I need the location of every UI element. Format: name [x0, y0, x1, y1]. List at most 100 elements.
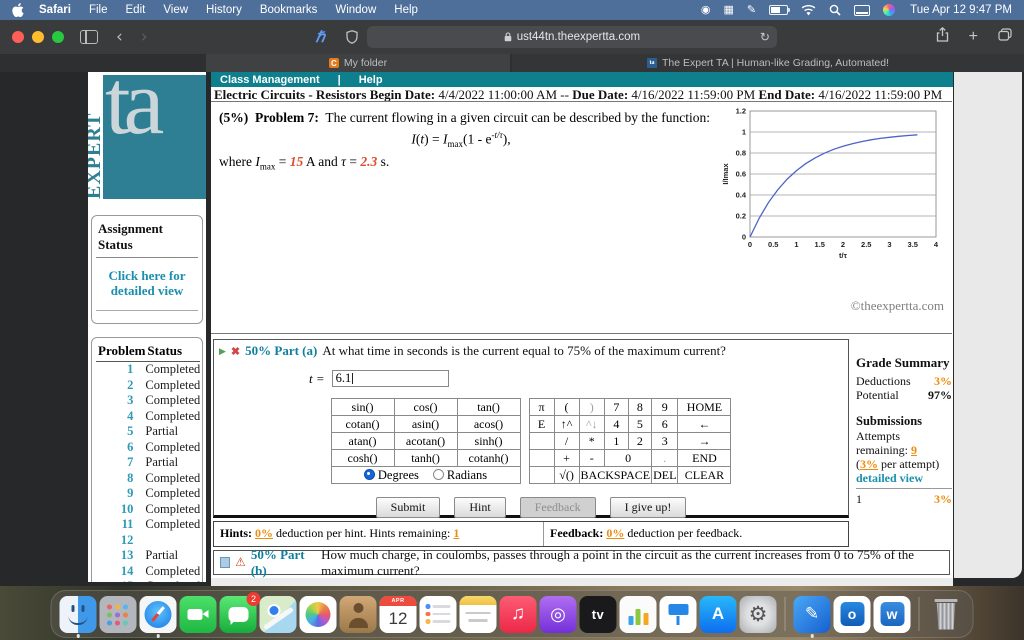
key-atan[interactable]: atan(): [330, 432, 395, 450]
key-E[interactable]: E: [528, 415, 555, 433]
dock-podcasts-icon[interactable]: ◎: [539, 595, 577, 633]
key-sinh[interactable]: sinh(): [456, 432, 521, 450]
dock-photos-icon[interactable]: [299, 595, 337, 633]
key-4[interactable]: 4: [604, 415, 629, 433]
menu-item-bookmarks[interactable]: Bookmarks: [251, 4, 327, 16]
key-HOME[interactable]: HOME: [677, 398, 732, 416]
key-([interactable]: (: [553, 398, 580, 416]
detailed-view-link[interactable]: Click here for detailed view: [100, 268, 194, 298]
dock-safari-icon[interactable]: [139, 595, 177, 638]
detailed-view-link-2[interactable]: detailed view: [856, 471, 952, 485]
tab-overview-icon[interactable]: [998, 28, 1012, 46]
problem-number[interactable]: 15: [96, 579, 145, 582]
menu-item-edit[interactable]: Edit: [117, 4, 155, 16]
share-icon[interactable]: [936, 26, 949, 47]
spotlight-search-icon[interactable]: [829, 4, 841, 16]
problem-number[interactable]: 13: [96, 548, 145, 564]
reload-icon[interactable]: ↻: [760, 30, 770, 44]
key--[interactable]: -: [578, 449, 606, 467]
menu-class-management[interactable]: Class Management: [220, 74, 320, 86]
wifi-icon[interactable]: [801, 4, 816, 16]
problem-number[interactable]: 8: [96, 471, 145, 487]
dock-music-icon[interactable]: ♫: [499, 595, 537, 633]
key-3[interactable]: 3: [651, 432, 679, 450]
submit-button[interactable]: Submit: [375, 497, 441, 518]
key-cotan[interactable]: cotan(): [330, 415, 395, 433]
problem-number[interactable]: 3: [96, 393, 145, 409]
dock-numbers-icon[interactable]: [619, 595, 657, 633]
dock-launchpad-icon[interactable]: [99, 595, 137, 633]
key-acos[interactable]: acos(): [456, 415, 521, 433]
menu-item-help[interactable]: Help: [385, 4, 427, 16]
key-sin[interactable]: sin(): [330, 398, 395, 416]
problem-number[interactable]: 11: [96, 517, 145, 533]
key-asin[interactable]: asin(): [393, 415, 458, 433]
dock-facetime-icon[interactable]: [179, 595, 217, 633]
problem-number[interactable]: 12: [96, 533, 145, 549]
dock-trash-icon[interactable]: [928, 596, 965, 633]
forward-button[interactable]: ›: [141, 28, 148, 46]
dock-messages-icon[interactable]: 2: [219, 591, 261, 633]
back-button[interactable]: ‹: [116, 28, 123, 46]
dock-contacts-icon[interactable]: [339, 595, 377, 633]
menu-item-file[interactable]: File: [80, 4, 117, 16]
key-8[interactable]: 8: [627, 398, 653, 416]
key-.[interactable]: .: [651, 449, 679, 467]
expand-triangle-icon[interactable]: ▶: [219, 346, 226, 357]
dock-app-store-icon[interactable]: A: [699, 595, 737, 633]
sidebar-toggle-icon[interactable]: [80, 30, 98, 44]
key-5[interactable]: 5: [627, 415, 653, 433]
key-0[interactable]: 0: [604, 449, 653, 467]
feedback-button[interactable]: Feedback: [519, 497, 596, 518]
dock-finder-icon[interactable]: [59, 595, 97, 638]
apple-menu-icon[interactable]: [12, 3, 24, 17]
screen-record-icon[interactable]: ◉: [701, 4, 711, 16]
minimize-window-button[interactable]: [32, 31, 44, 43]
menu-item-history[interactable]: History: [197, 4, 251, 16]
key-tan[interactable]: tan(): [456, 398, 521, 416]
key-←[interactable]: ←: [677, 415, 732, 433]
answer-input[interactable]: 6.1: [331, 370, 449, 387]
display-icon[interactable]: ▦: [724, 4, 734, 16]
problem-number[interactable]: 10: [96, 502, 145, 518]
problem-number[interactable]: 9: [96, 486, 145, 502]
close-window-button[interactable]: [12, 31, 24, 43]
zoom-window-button[interactable]: [52, 31, 64, 43]
problem-number[interactable]: 4: [96, 409, 145, 425]
problem-number[interactable]: 7: [96, 455, 145, 471]
degrees-radio[interactable]: Degrees: [363, 468, 419, 483]
siri-icon[interactable]: [883, 4, 896, 16]
key-9[interactable]: 9: [651, 398, 679, 416]
menu-item-view[interactable]: View: [154, 4, 197, 16]
key-2[interactable]: 2: [627, 432, 653, 450]
key-1[interactable]: 1: [604, 432, 629, 450]
key-END[interactable]: END: [677, 449, 732, 467]
key-cos[interactable]: cos(): [393, 398, 458, 416]
dock-settings-icon[interactable]: [854, 4, 871, 16]
menu-help[interactable]: Help: [359, 74, 383, 86]
dock-apple-tv-icon[interactable]: tv: [579, 595, 617, 633]
dock-notes-icon[interactable]: [459, 595, 497, 633]
key-/[interactable]: /: [553, 432, 580, 450]
collapsed-square-icon[interactable]: [220, 557, 231, 568]
pencil-tool-icon[interactable]: ✎: [747, 4, 756, 16]
extension-h-icon[interactable]: ℏ: [315, 28, 325, 47]
dock-outlook-icon[interactable]: o: [833, 595, 871, 633]
menu-item-safari[interactable]: Safari: [30, 4, 80, 16]
key-cotanh[interactable]: cotanh(): [456, 449, 521, 467]
dock-maps-icon[interactable]: [259, 595, 297, 633]
problem-number[interactable]: 2: [96, 378, 145, 394]
url-bar[interactable]: ust44tn.theexpertta.com ↻: [366, 26, 777, 48]
key-↑^[interactable]: ↑^: [553, 415, 580, 433]
key-cosh[interactable]: cosh(): [330, 449, 395, 467]
hint-button[interactable]: Hint: [454, 497, 506, 518]
dock-pencil-app-icon[interactable]: ✎: [793, 595, 831, 638]
key-√()[interactable]: √(): [553, 466, 580, 484]
key-)[interactable]: ): [578, 398, 606, 416]
dock-word-icon[interactable]: w: [873, 595, 911, 633]
problem-number[interactable]: 5: [96, 424, 145, 440]
menu-clock[interactable]: Tue Apr 12 9:47 PM: [910, 4, 1012, 16]
tab-expert-ta[interactable]: ta The Expert TA | Human-like Grading, A…: [512, 54, 1024, 72]
key-6[interactable]: 6: [651, 415, 679, 433]
dock-keynote-icon[interactable]: [659, 595, 697, 633]
